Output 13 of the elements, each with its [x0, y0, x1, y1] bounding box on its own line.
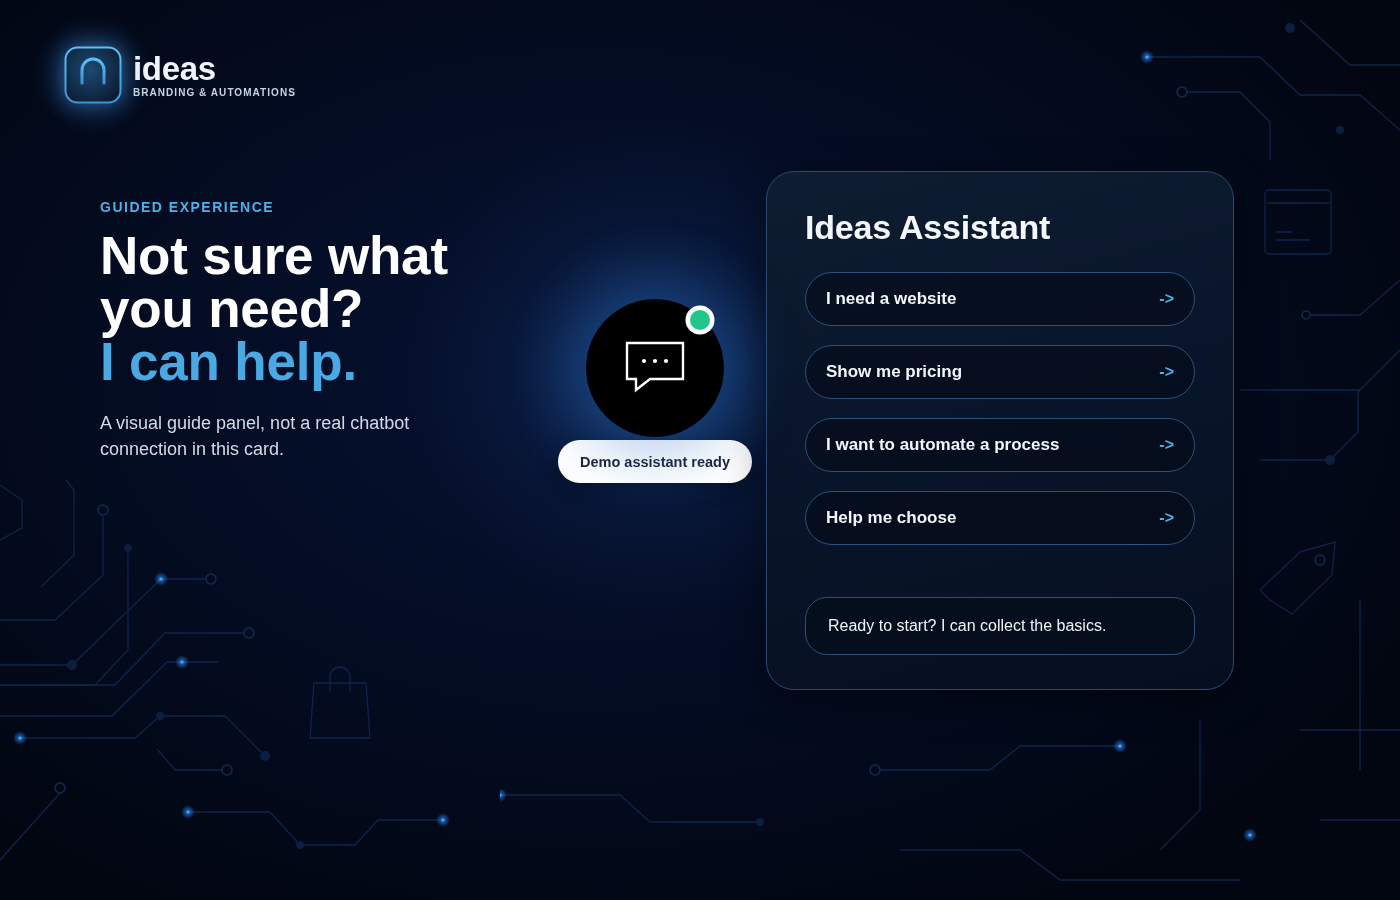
chat-bubble-icon — [586, 299, 724, 437]
brand-name: ideas — [133, 52, 217, 86]
option-button[interactable]: I need a website -> — [805, 272, 1195, 326]
option-button[interactable]: I want to automate a process -> — [805, 418, 1195, 472]
eyebrow-label: GUIDED EXPERIENCE — [100, 199, 276, 216]
option-button[interactable]: Help me choose -> — [805, 491, 1195, 545]
hero-description: A visual guide panel, not a real chatbot connection in this card. — [100, 412, 411, 461]
panel-title: Ideas Assistant — [805, 207, 1052, 248]
prompt-message: Ready to start? I can collect the basics. — [805, 597, 1195, 655]
brand-tagline: BRANDING & AUTOMATIONS — [133, 87, 296, 98]
status-pill: Demo assistant ready — [558, 440, 752, 483]
logo-icon — [64, 46, 122, 104]
option-button[interactable]: Show me pricing -> — [805, 345, 1195, 399]
